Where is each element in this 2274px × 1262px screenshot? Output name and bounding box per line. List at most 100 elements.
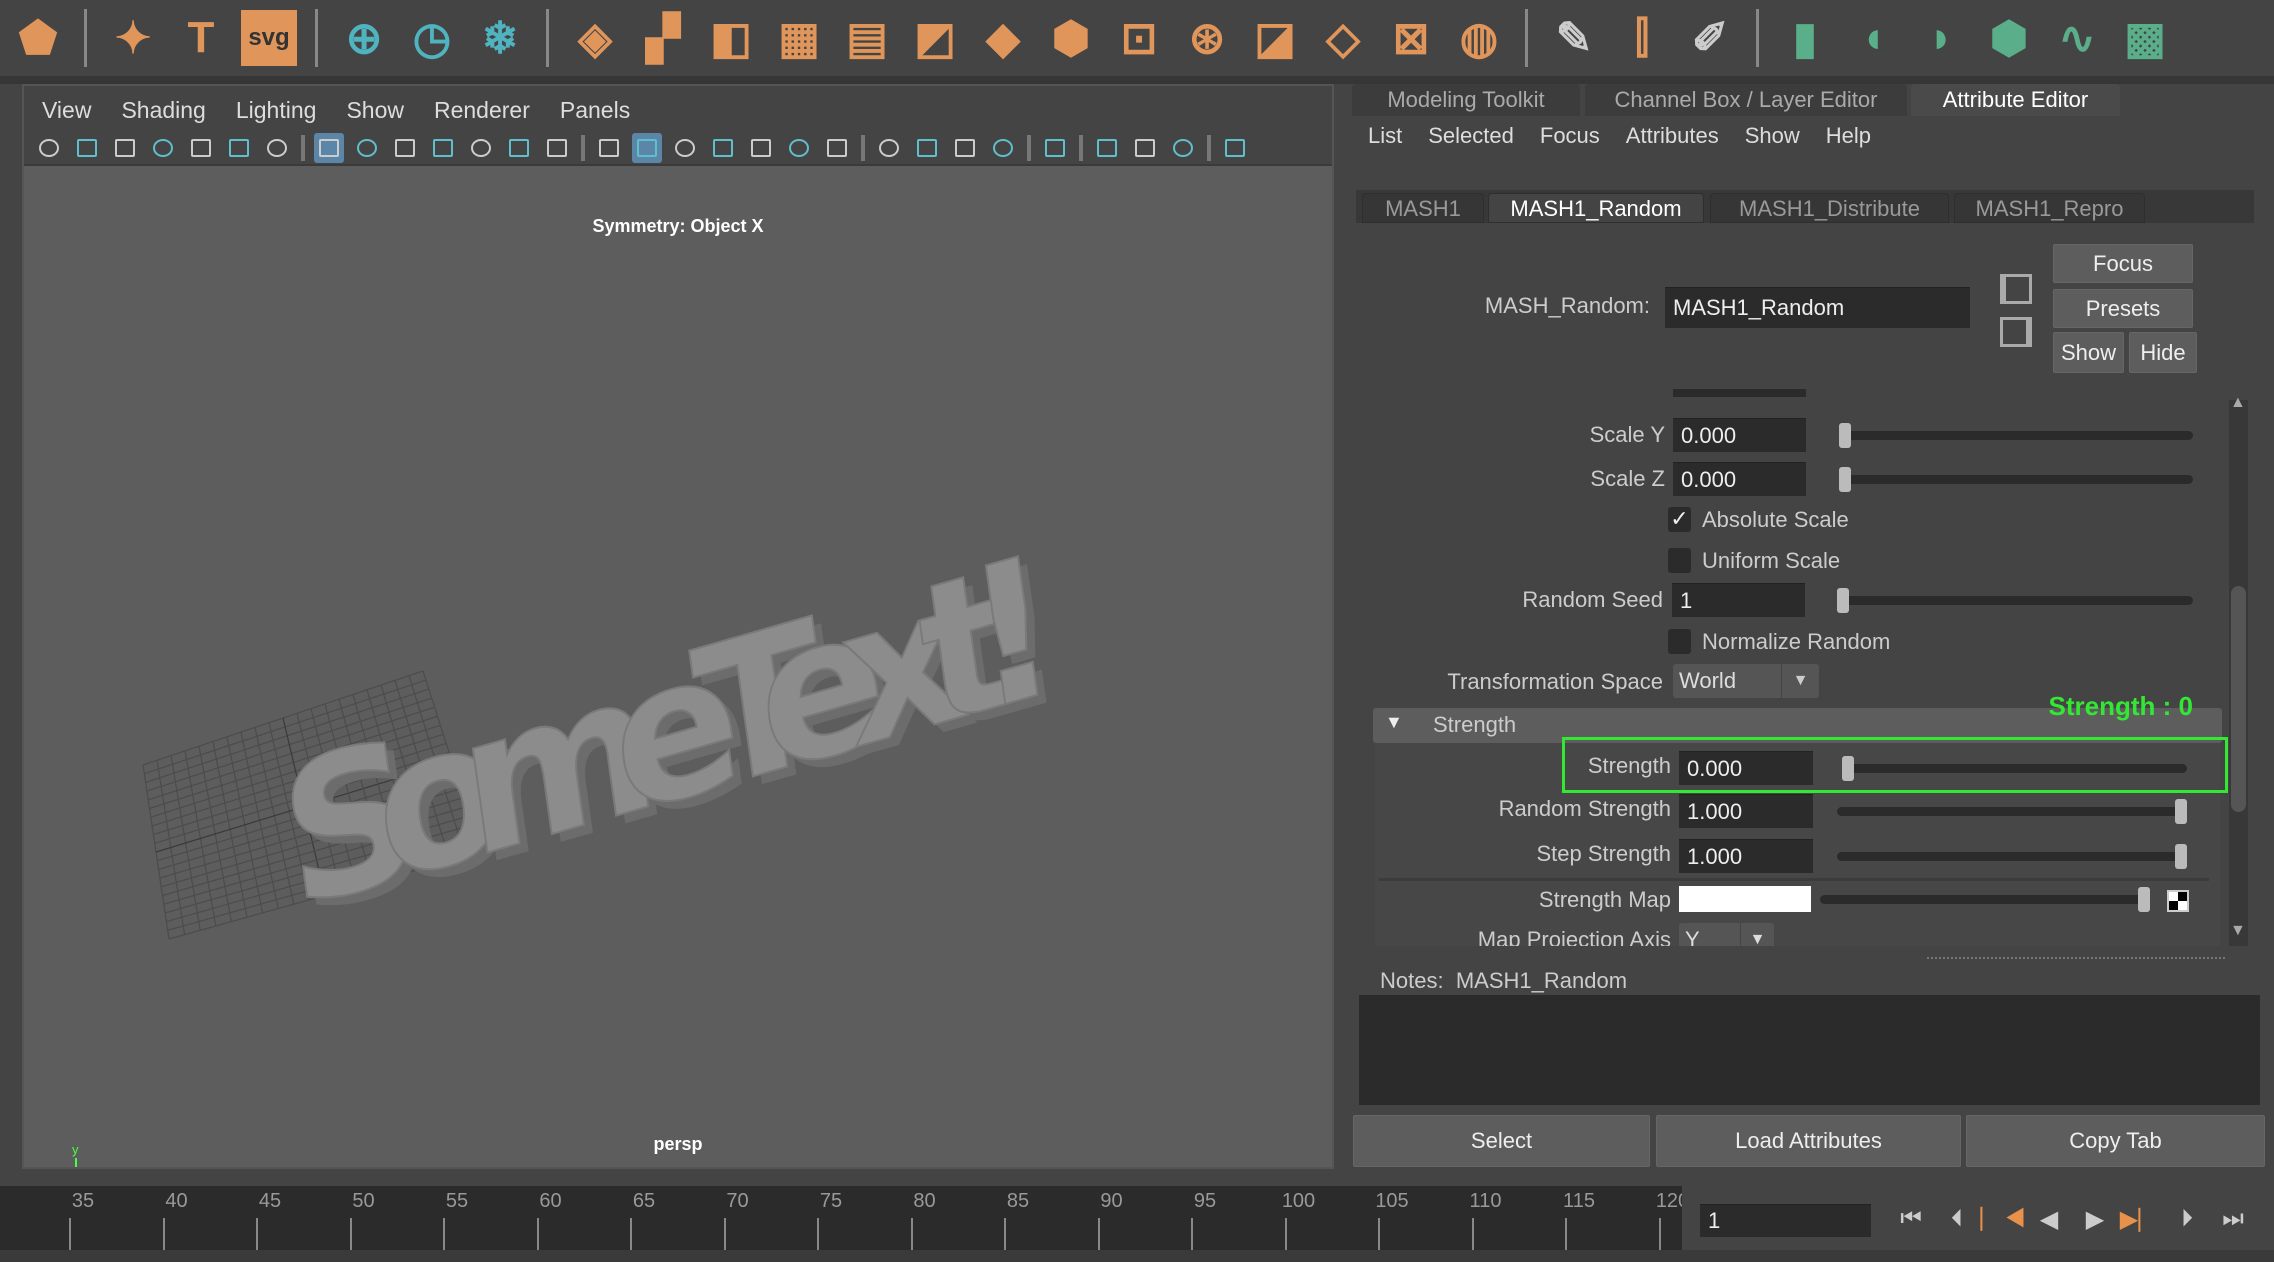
edge-slide-icon[interactable]: ⫿ [1614, 10, 1670, 66]
freeze-transforms-icon[interactable]: ❄ [472, 10, 528, 66]
menu-lighting[interactable]: Lighting [236, 92, 317, 128]
presets-button[interactable]: Presets [2053, 289, 2193, 328]
random-strength-slider[interactable] [1837, 799, 2187, 824]
planar-uv-icon[interactable]: ▮ [1777, 10, 1833, 66]
bevel-icon[interactable]: ⬢ [1043, 10, 1099, 66]
load-attributes-button[interactable]: Load Attributes [1656, 1115, 1961, 1167]
uniform-scale-checkbox[interactable] [1668, 548, 1691, 573]
2d-pan-zoom-icon[interactable] [224, 133, 254, 163]
output-connections-icon[interactable] [2000, 317, 2032, 347]
scale-x-field[interactable] [1673, 389, 1806, 397]
random-strength-field[interactable]: 1.000 [1679, 794, 1813, 828]
gate-mask-icon[interactable] [428, 133, 458, 163]
strength-slider[interactable] [1842, 756, 2187, 781]
smooth-shade-all-icon[interactable] [632, 133, 662, 163]
connect-icon[interactable]: ✐ [1682, 10, 1738, 66]
field-chart-icon[interactable] [466, 133, 496, 163]
insert-edge-loop-icon[interactable]: ⊡ [1111, 10, 1167, 66]
step-strength-field[interactable]: 1.000 [1679, 839, 1813, 873]
combine-icon[interactable]: ▞ [635, 10, 691, 66]
sweep-mesh-icon[interactable]: ✦ [105, 10, 161, 66]
current-frame-field[interactable]: 1 [1700, 1204, 1871, 1237]
step-back-key-icon[interactable]: ⏴ [1942, 1202, 1972, 1236]
node-tab-mash1-random[interactable]: MASH1_Random [1488, 193, 1704, 223]
exposure-icon[interactable] [1220, 133, 1250, 163]
tab-attribute-editor[interactable]: Attribute Editor [1911, 84, 2120, 116]
viewport-3d-view[interactable]: SomeText! SomeText! y x z Symmetry: Obje… [24, 164, 1332, 1167]
scroll-down-icon[interactable]: ▼ [2230, 922, 2246, 940]
scrollbar-thumb[interactable] [2231, 586, 2246, 812]
time-slider[interactable]: 30 35 40 45 50 55 60 65 70 75 80 85 90 95 100 105 110 115… [0, 1186, 1682, 1250]
extrude-icon[interactable]: ◩ [907, 10, 963, 66]
type-text-icon[interactable]: T [173, 10, 229, 66]
focus-button[interactable]: Focus [2053, 244, 2193, 283]
target-weld-icon[interactable]: ⊠ [1383, 10, 1439, 66]
normalize-random-checkbox[interactable] [1668, 629, 1691, 654]
hide-button[interactable]: Hide [2129, 332, 2197, 373]
grid-icon[interactable] [314, 133, 344, 163]
depth-of-field-icon[interactable] [988, 133, 1018, 163]
step-back-frame-icon[interactable]: ⎸◀ [1980, 1202, 2025, 1236]
anti-aliasing-icon[interactable] [950, 133, 980, 163]
make-live-icon[interactable]: ◈ [567, 10, 623, 66]
play-forward-icon[interactable]: ▶ [2080, 1202, 2110, 1236]
random-seed-field[interactable]: 1 [1672, 583, 1805, 617]
use-all-lights-icon[interactable] [784, 133, 814, 163]
safe-title-icon[interactable] [542, 133, 572, 163]
menu-focus[interactable]: Focus [1540, 122, 1600, 150]
slider-thumb[interactable] [2138, 887, 2150, 912]
scroll-up-icon[interactable]: ▲ [2230, 394, 2246, 412]
strength-map-slider[interactable] [1820, 887, 2150, 912]
bridge-icon[interactable]: ◆ [975, 10, 1031, 66]
scrollbar-track[interactable]: ▲ ▼ [2229, 394, 2248, 946]
scale-y-slider[interactable] [1839, 423, 2193, 448]
menu-list[interactable]: List [1368, 122, 1402, 150]
scale-z-slider[interactable] [1839, 467, 2193, 492]
menu-shading[interactable]: Shading [121, 92, 205, 128]
menu-view[interactable]: View [42, 92, 91, 128]
merge-icon[interactable]: ◪ [1247, 10, 1303, 66]
step-strength-slider[interactable] [1837, 844, 2187, 869]
textured-icon[interactable] [746, 133, 776, 163]
center-pivot-icon[interactable]: ⊕ [336, 10, 392, 66]
go-to-start-icon[interactable]: ⏮ [1896, 1202, 1926, 1236]
input-connections-icon[interactable] [2000, 274, 2032, 304]
node-tab-mash1[interactable]: MASH1 [1362, 193, 1484, 223]
map-projection-axis-dropdown[interactable]: Y ▼ [1679, 923, 1774, 946]
go-to-end-icon[interactable]: ⏭ [2218, 1202, 2248, 1236]
contour-stretch-uv-icon[interactable]: ∿ [2049, 10, 2105, 66]
shadows-icon[interactable] [822, 133, 852, 163]
screen-space-ambient-occlusion-icon[interactable] [874, 133, 904, 163]
step-forward-frame-icon[interactable]: ▶⎸ [2120, 1202, 2162, 1236]
safe-action-icon[interactable] [504, 133, 534, 163]
random-seed-slider[interactable] [1837, 588, 2193, 613]
x-ray-active-components-icon[interactable] [1130, 133, 1160, 163]
reduce-icon[interactable]: ▤ [839, 10, 895, 66]
slider-thumb[interactable] [1839, 467, 1851, 492]
slider-thumb[interactable] [2175, 799, 2187, 824]
camera-icon[interactable] [34, 133, 64, 163]
automatic-uv-icon[interactable]: ⬢ [1981, 10, 2037, 66]
film-gate-icon[interactable] [352, 133, 382, 163]
show-button[interactable]: Show [2053, 332, 2124, 373]
copy-tab-button[interactable]: Copy Tab [1966, 1115, 2265, 1167]
svg-icon[interactable]: svg [241, 10, 297, 66]
isolate-select-icon[interactable] [1040, 133, 1070, 163]
default-material-icon[interactable] [670, 133, 700, 163]
slider-thumb[interactable] [1837, 588, 1849, 613]
node-tab-mash1-repro[interactable]: MASH1_Repro [1954, 193, 2145, 223]
slider-thumb[interactable] [2175, 844, 2187, 869]
lock-camera-icon[interactable] [72, 133, 102, 163]
notes-textarea[interactable] [1359, 995, 2260, 1105]
node-tab-mash1-distribute[interactable]: MASH1_Distribute [1710, 193, 1949, 223]
spherical-uv-icon[interactable]: ◗ [1913, 10, 1969, 66]
absolute-scale-checkbox[interactable]: ✓ [1668, 507, 1691, 532]
select-button[interactable]: Select [1353, 1115, 1650, 1167]
quad-draw-icon[interactable]: ◍ [1451, 10, 1507, 66]
resolution-gate-icon[interactable] [390, 133, 420, 163]
collapse-icon[interactable]: ◇ [1315, 10, 1371, 66]
motion-blur-icon[interactable] [912, 133, 942, 163]
tab-channel-box[interactable]: Channel Box / Layer Editor [1585, 84, 1907, 116]
menu-attributes[interactable]: Attributes [1626, 122, 1719, 150]
image-plane-icon[interactable] [186, 133, 216, 163]
